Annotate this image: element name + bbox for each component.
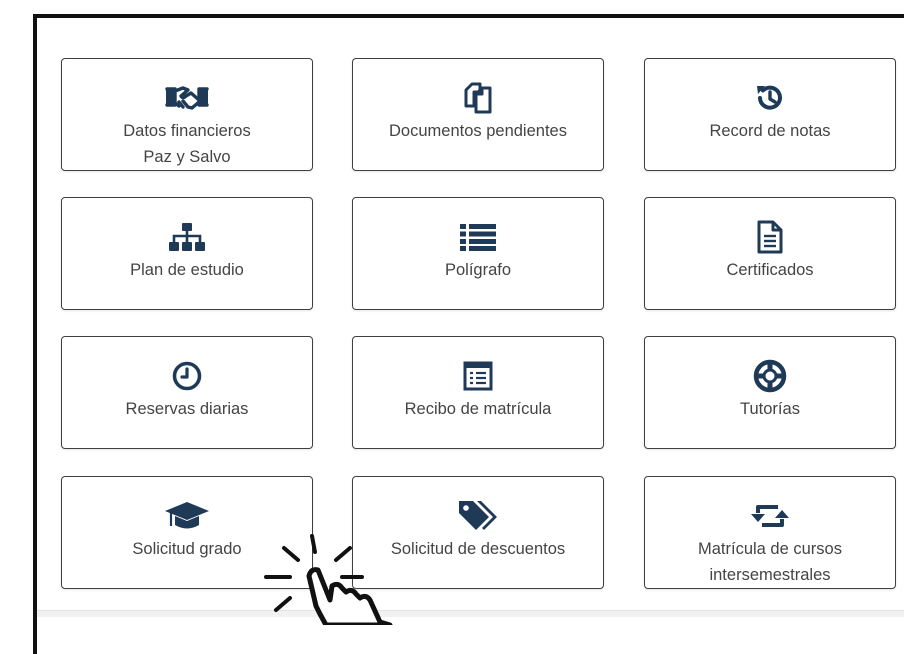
tile-label: Datos financieros Paz y Salvo <box>123 122 251 166</box>
graduation-cap-icon <box>163 499 211 533</box>
file-text-icon <box>757 220 783 254</box>
clock-icon <box>171 359 203 393</box>
tile-label: Solicitud grado <box>132 540 242 558</box>
tile-label: Plan de estudio <box>130 261 244 279</box>
list-icon <box>459 220 497 254</box>
tile-certificados[interactable]: Certificados <box>644 197 896 310</box>
tile-label: Polígrafo <box>444 261 512 279</box>
tile-tutorias[interactable]: Tutorías <box>644 336 896 449</box>
tile-label: Tutorías <box>740 400 800 418</box>
tile-datos-financieros[interactable]: Datos financieros Paz y Salvo <box>61 58 313 171</box>
sitemap-icon <box>168 220 206 254</box>
tile-plan-de-estudio[interactable]: Plan de estudio <box>61 197 313 310</box>
tile-label: Solicitud de descuentos <box>390 540 566 558</box>
tags-icon <box>457 499 499 533</box>
tile-matricula-intersemestrales[interactable]: Matrícula de cursos intersemestrales <box>644 476 896 589</box>
copy-icon <box>463 81 493 115</box>
tile-record-de-notas[interactable]: Record de notas <box>644 58 896 171</box>
history-icon <box>754 81 786 115</box>
tile-reservas-diarias[interactable]: Reservas diarias <box>61 336 313 449</box>
tile-label: Reservas diarias <box>125 400 249 418</box>
tile-label: Recibo de matrícula <box>404 400 552 418</box>
tile-label: Certificados <box>726 261 814 279</box>
tile-solicitud-de-descuentos[interactable]: Solicitud de descuentos <box>352 476 604 589</box>
tile-label: Documentos pendientes <box>389 122 567 140</box>
bottom-divider <box>37 610 904 617</box>
tile-documentos-pendientes[interactable]: Documentos pendientes <box>352 58 604 171</box>
tile-recibo-de-matricula[interactable]: Recibo de matrícula <box>352 336 604 449</box>
tile-label: Record de notas <box>709 122 831 140</box>
retweet-icon <box>750 499 790 533</box>
tile-poligrafo[interactable]: Polígrafo <box>352 197 604 310</box>
tile-label: Matrícula de cursos intersemestrales <box>698 540 842 584</box>
tile-solicitud-grado[interactable]: Solicitud grado <box>61 476 313 589</box>
receipt-icon <box>462 359 494 393</box>
life-ring-icon <box>752 359 788 393</box>
handshake-icon <box>164 81 210 115</box>
